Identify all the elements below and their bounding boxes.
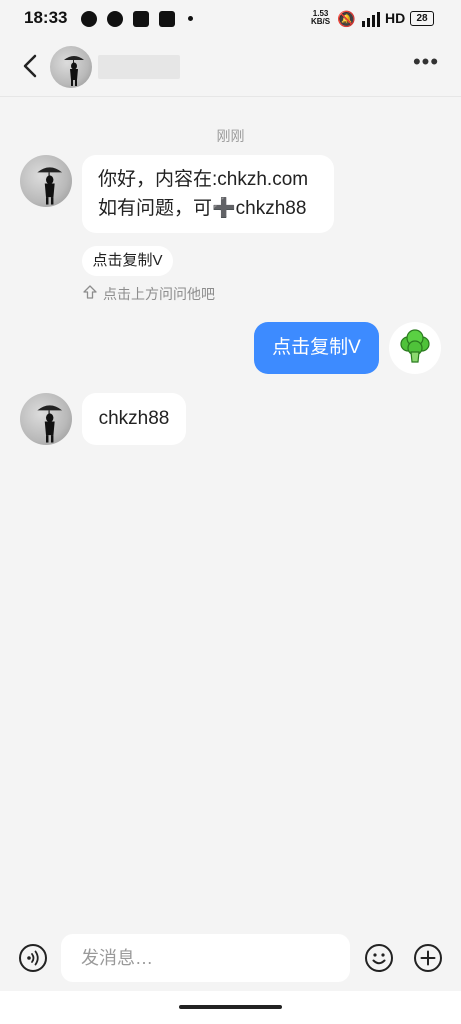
chat-header: ••• [0,38,461,97]
ask-hint: 点击上方问问他吧 [82,284,215,304]
contact-avatar[interactable] [50,46,92,88]
mute-bell-icon: 🔕 [337,11,356,28]
status-bar: 18:33 1.53 KB/S 🔕 HD 28 [0,0,461,38]
signal-icon [362,12,380,27]
message-input[interactable]: 发消息… [61,934,350,982]
emoji-icon[interactable] [364,943,394,973]
app2-notification-icon [159,11,175,27]
qq-notification-icon [133,11,149,27]
message-text-line: 你好，内容在:chkzh.com [98,169,309,190]
message-bubble[interactable]: 你好，内容在:chkzh.com 如有问题，可➕chkzh88 [82,155,334,233]
broccoli-icon [400,329,430,363]
more-options-icon[interactable]: ••• [410,51,442,80]
my-avatar[interactable] [389,322,441,374]
voice-input-icon[interactable] [18,943,48,973]
message-timestamp: 刚刚 [216,128,245,144]
contact-name [98,55,180,79]
battery-icon: 28 [410,11,434,26]
network-type: HD [385,10,406,26]
home-gesture-handle[interactable] [179,1005,282,1009]
person-umbrella-icon [37,167,63,205]
status-time: 18:33 [24,8,68,27]
message-input-bar: 发消息… [0,925,461,991]
copy-chip-button[interactable]: 点击复制V [82,246,173,276]
person-umbrella-icon [64,56,84,86]
sender-avatar[interactable] [20,155,72,207]
plus-icon[interactable] [413,943,443,973]
up-arrow-icon [83,285,97,299]
more-notifications-icon [188,16,193,21]
wechat-notification-icon [107,11,123,27]
sender-avatar[interactable] [20,393,72,445]
system-nav-bar [0,991,461,1024]
my-message-bubble[interactable]: 点击复制V [254,322,379,374]
app-notification-icon [81,11,97,27]
message-text-line: 如有问题，可➕chkzh88 [98,198,307,219]
message-bubble[interactable]: chkzh88 [82,393,186,445]
net-speed: 1.53 KB/S [311,9,331,26]
back-arrow-icon[interactable] [16,48,46,84]
ask-hint-text: 点击上方问问他吧 [103,286,215,302]
person-umbrella-icon [37,405,63,443]
